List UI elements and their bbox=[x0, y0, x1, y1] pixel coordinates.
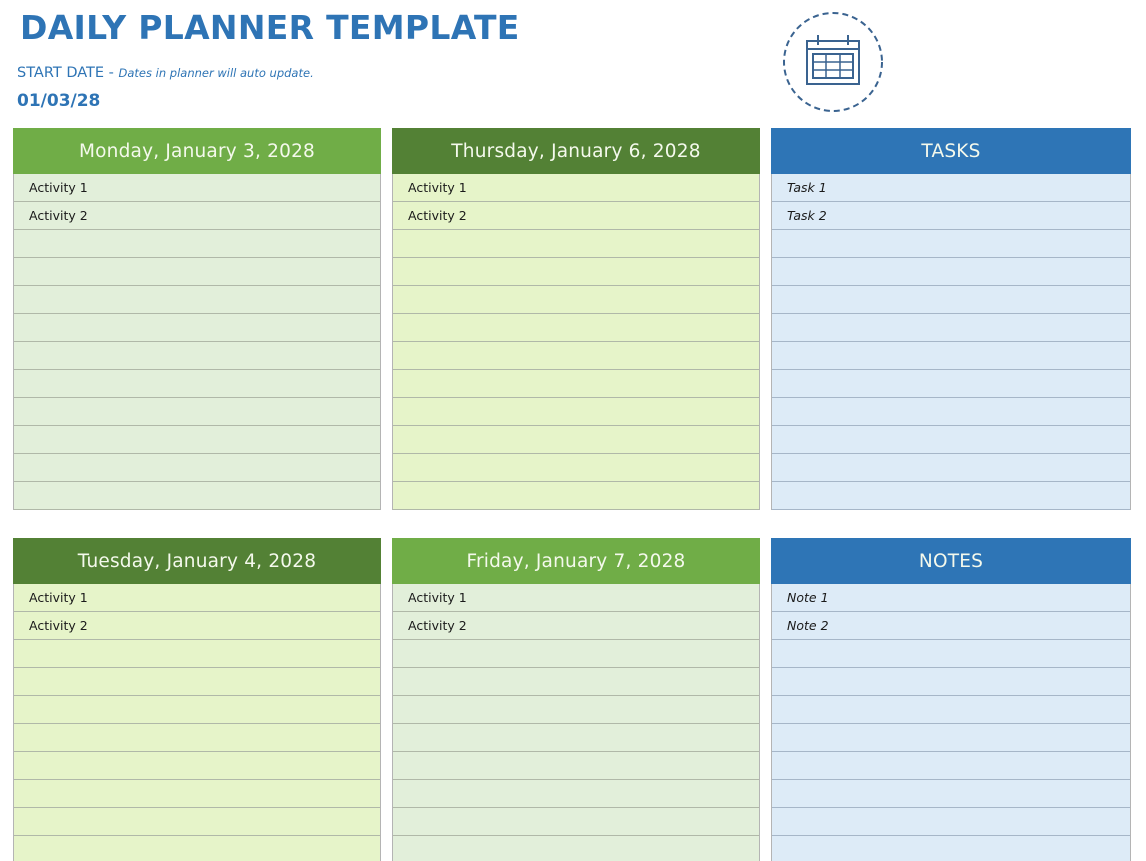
day-header: Tuesday, January 4, 2028 bbox=[13, 538, 381, 584]
activity-list: Activity 1 Activity 2 bbox=[392, 584, 760, 861]
activity-row[interactable] bbox=[393, 258, 759, 286]
activity-row[interactable] bbox=[14, 370, 380, 398]
start-date-input[interactable]: 01/03/28 bbox=[17, 91, 100, 111]
activity-row[interactable] bbox=[393, 342, 759, 370]
activity-row[interactable] bbox=[14, 314, 380, 342]
activity-row[interactable] bbox=[14, 258, 380, 286]
day-panel-friday: Friday, January 7, 2028 Activity 1 Activi… bbox=[392, 538, 760, 861]
task-row[interactable]: Task 2 bbox=[772, 202, 1130, 230]
activity-row[interactable] bbox=[14, 342, 380, 370]
note-list: Note 1 Note 2 bbox=[771, 584, 1131, 861]
note-row[interactable] bbox=[772, 724, 1130, 752]
day-panel-monday: Monday, January 3, 2028 Activity 1 Activi… bbox=[13, 128, 381, 510]
activity-row[interactable] bbox=[14, 836, 380, 861]
activity-row[interactable] bbox=[393, 230, 759, 258]
start-date-hint: Dates in planner will auto update. bbox=[118, 66, 314, 80]
activity-row[interactable] bbox=[393, 640, 759, 668]
task-row[interactable] bbox=[772, 286, 1130, 314]
activity-row[interactable] bbox=[14, 482, 380, 510]
activity-row[interactable]: Activity 1 bbox=[393, 584, 759, 612]
note-row[interactable] bbox=[772, 752, 1130, 780]
notes-header: NOTES bbox=[771, 538, 1131, 584]
day-header: Friday, January 7, 2028 bbox=[392, 538, 760, 584]
activity-row[interactable]: Activity 2 bbox=[14, 202, 380, 230]
activity-row[interactable] bbox=[14, 752, 380, 780]
calendar-icon bbox=[782, 11, 884, 113]
start-date-caption: START DATE - bbox=[17, 65, 119, 81]
note-row[interactable] bbox=[772, 808, 1130, 836]
task-row[interactable]: Task 1 bbox=[772, 174, 1130, 202]
task-row[interactable] bbox=[772, 314, 1130, 342]
note-row[interactable]: Note 2 bbox=[772, 612, 1130, 640]
activity-row[interactable] bbox=[14, 780, 380, 808]
activity-list: Activity 1 Activity 2 bbox=[13, 584, 381, 861]
task-row[interactable] bbox=[772, 454, 1130, 482]
activity-row[interactable] bbox=[14, 808, 380, 836]
activity-row[interactable]: Activity 1 bbox=[393, 174, 759, 202]
tasks-header: TASKS bbox=[771, 128, 1131, 174]
activity-row[interactable]: Activity 1 bbox=[14, 174, 380, 202]
activity-row[interactable]: Activity 2 bbox=[393, 202, 759, 230]
activity-row[interactable] bbox=[14, 696, 380, 724]
task-row[interactable] bbox=[772, 482, 1130, 510]
day-panel-tuesday: Tuesday, January 4, 2028 Activity 1 Activ… bbox=[13, 538, 381, 861]
note-row[interactable] bbox=[772, 668, 1130, 696]
task-row[interactable] bbox=[772, 342, 1130, 370]
note-row[interactable] bbox=[772, 696, 1130, 724]
note-row[interactable]: Note 1 bbox=[772, 584, 1130, 612]
activity-row[interactable] bbox=[14, 668, 380, 696]
task-list: Task 1 Task 2 bbox=[771, 174, 1131, 510]
activity-list: Activity 1 Activity 2 bbox=[13, 174, 381, 510]
task-row[interactable] bbox=[772, 370, 1130, 398]
activity-row[interactable] bbox=[393, 808, 759, 836]
task-row[interactable] bbox=[772, 426, 1130, 454]
day-panel-thursday: Thursday, January 6, 2028 Activity 1 Acti… bbox=[392, 128, 760, 510]
activity-row[interactable] bbox=[393, 370, 759, 398]
activity-row[interactable] bbox=[393, 314, 759, 342]
activity-row[interactable] bbox=[393, 482, 759, 510]
activity-row[interactable] bbox=[14, 640, 380, 668]
activity-row[interactable] bbox=[393, 454, 759, 482]
activity-row[interactable]: Activity 1 bbox=[14, 584, 380, 612]
note-row[interactable] bbox=[772, 836, 1130, 861]
activity-row[interactable] bbox=[14, 286, 380, 314]
activity-row[interactable] bbox=[14, 724, 380, 752]
day-header: Thursday, January 6, 2028 bbox=[392, 128, 760, 174]
start-date-label: START DATE - Dates in planner will auto … bbox=[17, 65, 314, 81]
activity-row[interactable] bbox=[393, 724, 759, 752]
activity-row[interactable] bbox=[393, 426, 759, 454]
activity-list: Activity 1 Activity 2 bbox=[392, 174, 760, 510]
activity-row[interactable] bbox=[393, 696, 759, 724]
task-row[interactable] bbox=[772, 258, 1130, 286]
activity-row[interactable] bbox=[393, 668, 759, 696]
activity-row[interactable]: Activity 2 bbox=[393, 612, 759, 640]
activity-row[interactable] bbox=[393, 286, 759, 314]
tasks-panel: TASKS Task 1 Task 2 bbox=[771, 128, 1131, 510]
task-row[interactable] bbox=[772, 230, 1130, 258]
activity-row[interactable] bbox=[393, 780, 759, 808]
notes-panel: NOTES Note 1 Note 2 bbox=[771, 538, 1131, 861]
activity-row[interactable] bbox=[14, 230, 380, 258]
activity-row[interactable] bbox=[393, 398, 759, 426]
task-row[interactable] bbox=[772, 398, 1130, 426]
page-title: DAILY PLANNER TEMPLATE bbox=[20, 8, 520, 47]
day-header: Monday, January 3, 2028 bbox=[13, 128, 381, 174]
note-row[interactable] bbox=[772, 640, 1130, 668]
activity-row[interactable] bbox=[393, 752, 759, 780]
note-row[interactable] bbox=[772, 780, 1130, 808]
activity-row[interactable] bbox=[14, 426, 380, 454]
activity-row[interactable] bbox=[393, 836, 759, 861]
activity-row[interactable] bbox=[14, 398, 380, 426]
activity-row[interactable]: Activity 2 bbox=[14, 612, 380, 640]
activity-row[interactable] bbox=[14, 454, 380, 482]
